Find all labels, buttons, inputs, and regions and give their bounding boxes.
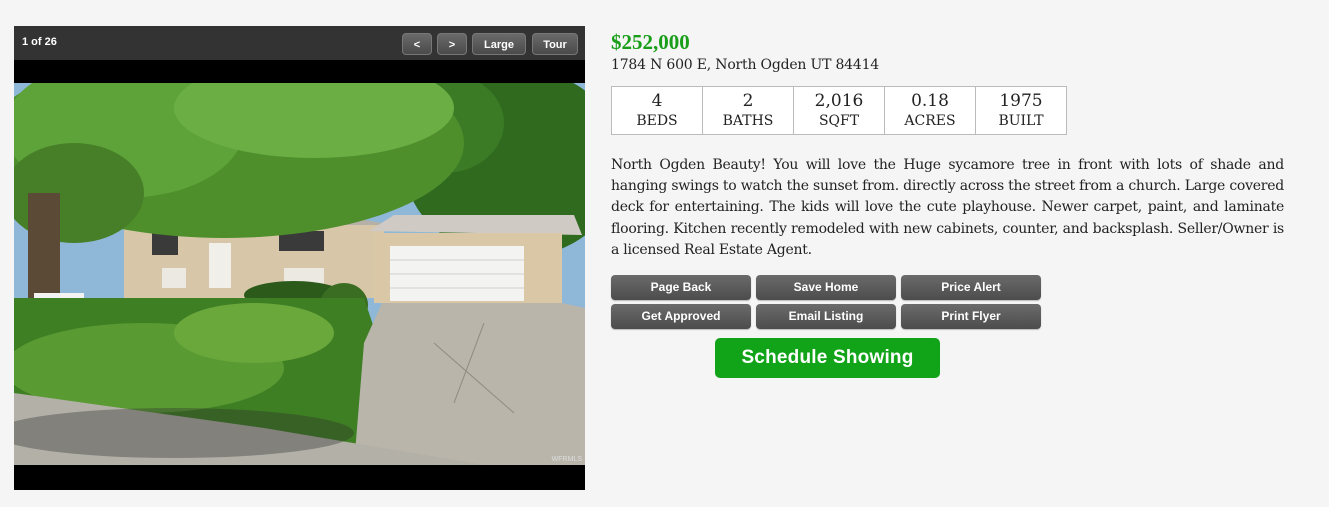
mls-watermark: WFRMLS (551, 456, 582, 463)
photo-counter: 1 of 26 (22, 36, 57, 48)
stat-label: ACRES (904, 113, 956, 129)
listing-address: 1784 N 600 E, North Ogden UT 84414 (611, 57, 880, 73)
large-view-button[interactable]: Large (472, 33, 526, 55)
stat-built: 1975 BUILT (976, 87, 1066, 134)
schedule-showing-button[interactable]: Schedule Showing (715, 338, 940, 378)
page-back-button[interactable]: Page Back (611, 275, 751, 300)
stat-label: SQFT (818, 113, 860, 129)
stat-baths: 2 BATHS (703, 87, 794, 134)
tour-button[interactable]: Tour (532, 33, 578, 55)
stat-label: BATHS (722, 113, 774, 129)
price-alert-button[interactable]: Price Alert (901, 275, 1041, 300)
listing-price: $252,000 (611, 30, 690, 54)
listing-description: North Ogden Beauty! You will love the Hu… (611, 157, 1284, 258)
house-photo[interactable]: WFRMLS (14, 83, 585, 465)
stat-label: BEDS (636, 113, 678, 129)
next-photo-button[interactable]: > (437, 33, 467, 55)
house-photo-image (14, 83, 585, 465)
stat-value: 1975 (999, 91, 1043, 111)
listing-actions: Page Back Save Home Price Alert Get Appr… (611, 275, 1043, 329)
stat-value: 2,016 (814, 91, 864, 111)
gallery-toolbar: 1 of 26 < > Large Tour (14, 26, 585, 60)
stat-value: 0.18 (911, 91, 949, 111)
previous-photo-button[interactable]: < (402, 33, 432, 55)
email-listing-button[interactable]: Email Listing (756, 304, 896, 329)
listing-stats: 4 BEDS 2 BATHS 2,016 SQFT 0.18 ACRES 197… (611, 86, 1067, 135)
stat-value: 2 (742, 91, 754, 111)
print-flyer-button[interactable]: Print Flyer (901, 304, 1041, 329)
stat-sqft: 2,016 SQFT (794, 87, 885, 134)
stat-beds: 4 BEDS (612, 87, 703, 134)
stat-label: BUILT (998, 113, 1044, 129)
get-approved-button[interactable]: Get Approved (611, 304, 751, 329)
stat-acres: 0.18 ACRES (885, 87, 976, 134)
photo-gallery: 1 of 26 < > Large Tour WFRMLS (14, 26, 585, 490)
listing-page: 1 of 26 < > Large Tour WFRMLS $252,000 1… (0, 0, 1329, 507)
save-home-button[interactable]: Save Home (756, 275, 896, 300)
stat-value: 4 (651, 91, 663, 111)
